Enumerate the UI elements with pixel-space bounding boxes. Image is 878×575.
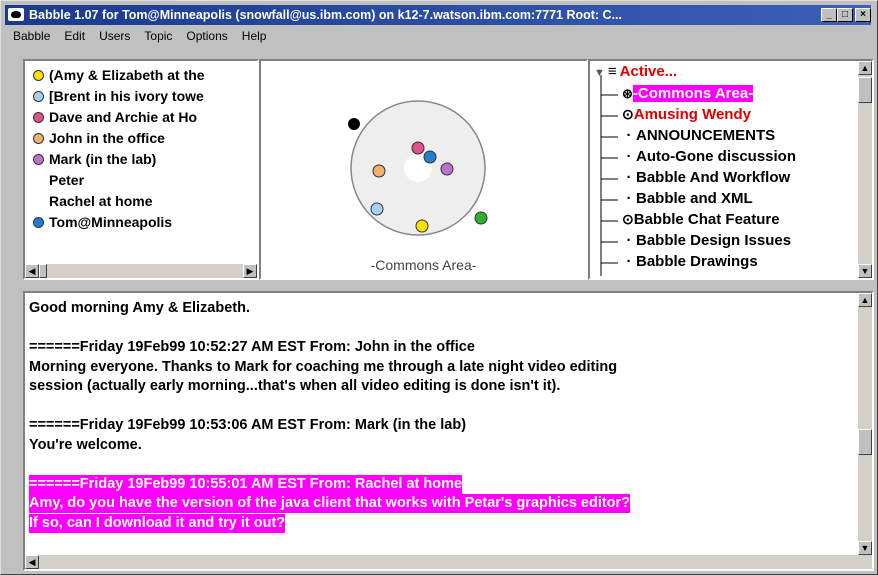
user-dot-john	[372, 164, 386, 178]
topic-item[interactable]: · Babble Drawings	[622, 253, 758, 274]
user-status-icon	[33, 133, 44, 144]
user-status-icon	[33, 70, 44, 81]
social-proxy-panel: -Commons Area-	[259, 59, 588, 280]
expand-icon[interactable]: ▼	[594, 67, 605, 79]
graph-caption: -Commons Area-	[370, 257, 477, 273]
users-hscrollbar[interactable]: ◀ ▶	[25, 264, 257, 278]
user-dot-dave	[411, 141, 425, 155]
social-proxy-graph	[348, 100, 488, 236]
message-line: Morning everyone. Thanks to Mark for coa…	[29, 358, 618, 375]
topic-item[interactable]: · Babble And Workflow	[622, 169, 791, 190]
title-bar[interactable]: Babble 1.07 for Tom@Minneapolis (snowfal…	[5, 5, 871, 25]
message-line: If so, can I download it and try it out?	[29, 513, 286, 533]
app-icon[interactable]	[8, 8, 24, 21]
topic-bullet-icon: ·	[626, 253, 632, 270]
topic-bullet-icon: ·	[626, 232, 632, 249]
topic-bullet-icon: ·	[626, 148, 632, 165]
message-line: Amy, do you have the version of the java…	[29, 494, 631, 513]
chat-hscrollbar[interactable]: ◀	[25, 555, 872, 569]
menu-options[interactable]: Options	[186, 29, 227, 43]
topics-tree[interactable]: ▲ ▼ ▼ ≡ Active... ⊛-Commons Area- ⊙Amusing W…	[588, 59, 874, 280]
scroll-thumb[interactable]	[858, 429, 872, 455]
topic-item[interactable]: ⊛-Commons Area-	[622, 85, 754, 106]
topic-label: ANNOUNCEMENTS	[636, 127, 776, 144]
minimize-button[interactable]: _	[821, 8, 837, 22]
topic-label: Babble Chat Feature	[633, 211, 780, 228]
maximize-button[interactable]: □	[837, 8, 853, 22]
window-title: Babble 1.07 for Tom@Minneapolis (snowfal…	[29, 8, 622, 22]
message-line: session (actually early morning...that's…	[29, 378, 561, 394]
menu-babble[interactable]: Babble	[13, 29, 50, 43]
active-topic-icon: ⊙	[622, 211, 634, 227]
user-name: Rachel at home	[49, 193, 153, 209]
topic-label: Auto-Gone discussion	[636, 148, 797, 165]
scroll-left-button[interactable]: ◀	[25, 555, 39, 569]
topic-item[interactable]: · Auto-Gone discussion	[622, 148, 797, 169]
user-name: Tom@Minneapolis	[49, 214, 173, 230]
scroll-down-button[interactable]: ▼	[858, 264, 872, 278]
topic-bullet-icon: ·	[626, 127, 632, 144]
menu-bar: Babble Edit Users Topic Options Help	[5, 27, 272, 45]
close-button[interactable]: ×	[855, 8, 871, 22]
topic-root[interactable]: ▼ ≡ Active...	[594, 63, 677, 84]
user-dot-mark	[440, 162, 454, 176]
topic-root-label: Active...	[619, 63, 678, 80]
user-name: Mark (in the lab)	[49, 151, 157, 167]
message-line: You're welcome.	[29, 436, 142, 453]
message-line: Good morning Amy & Elizabeth.	[29, 300, 250, 316]
topic-label: Babble and XML	[636, 190, 753, 207]
topic-item[interactable]: · ANNOUNCEMENTS	[622, 127, 776, 148]
babble-window: Babble 1.07 for Tom@Minneapolis (snowfal…	[0, 0, 878, 575]
topic-bullet-icon: ·	[626, 169, 632, 186]
user-name: Dave and Archie at Ho	[49, 109, 198, 125]
user-dot-tom	[423, 150, 437, 164]
list-icon: ≡	[607, 63, 617, 80]
active-topic-icon: ⊙	[622, 106, 634, 122]
topic-item[interactable]: ⊙Amusing Wendy	[622, 106, 751, 127]
user-name: [Brent in his ivory towe	[49, 88, 204, 104]
user-name: (Amy & Elizabeth at the	[49, 67, 205, 83]
chat-transcript[interactable]: ▲ ▼ ◀ Good morning Amy & Elizabeth. =====…	[23, 291, 874, 571]
scroll-right-button[interactable]: ▶	[243, 264, 257, 278]
menu-help[interactable]: Help	[242, 29, 267, 43]
topic-item[interactable]: · Babble and XML	[622, 190, 753, 211]
topic-bullet-icon: ·	[626, 190, 632, 207]
menu-users[interactable]: Users	[99, 29, 130, 43]
scroll-up-button[interactable]: ▲	[858, 293, 872, 307]
topics-vscrollbar[interactable]: ▲ ▼	[858, 61, 872, 278]
topic-label: Amusing Wendy	[633, 106, 751, 123]
user-name: Peter	[49, 172, 85, 188]
scroll-thumb[interactable]	[39, 264, 47, 278]
topic-item[interactable]: ⊙Babble Chat Feature	[622, 211, 780, 232]
message-header: ======Friday 19Feb99 10:55:01 AM EST Fro…	[29, 474, 463, 494]
user-status-icon	[33, 217, 44, 228]
user-dot-green	[474, 211, 488, 225]
scroll-left-button[interactable]: ◀	[25, 264, 39, 278]
chat-vscrollbar[interactable]: ▲ ▼	[858, 293, 872, 555]
topic-label: -Commons Area-	[632, 85, 754, 102]
topic-item[interactable]: · Babble Design Issues	[622, 232, 792, 253]
topic-label: Babble And Workflow	[636, 169, 791, 186]
message-header: ======Friday 19Feb99 10:52:27 AM EST Fro…	[29, 339, 475, 355]
room-icon: ⊛	[622, 86, 633, 101]
message-header: ======Friday 19Feb99 10:53:06 AM EST Fro…	[29, 417, 467, 433]
menu-topic[interactable]: Topic	[144, 29, 172, 43]
scroll-up-button[interactable]: ▲	[858, 61, 872, 75]
topic-label: Babble Drawings	[636, 253, 758, 270]
user-name: John in the office	[49, 130, 165, 146]
user-status-icon	[33, 112, 44, 123]
user-status-icon	[33, 91, 44, 102]
user-dot-amy	[415, 219, 429, 233]
user-dot-brent	[370, 202, 384, 216]
users-list[interactable]: ◀ ▶ (Amy & Elizabeth at the [Brent in his…	[23, 59, 259, 280]
scroll-down-button[interactable]: ▼	[858, 541, 872, 555]
user-dot-outside	[348, 118, 360, 130]
topic-label: Babble Design Issues	[636, 232, 792, 249]
menu-edit[interactable]: Edit	[64, 29, 85, 43]
user-status-icon	[33, 154, 44, 165]
scroll-thumb[interactable]	[858, 77, 872, 103]
